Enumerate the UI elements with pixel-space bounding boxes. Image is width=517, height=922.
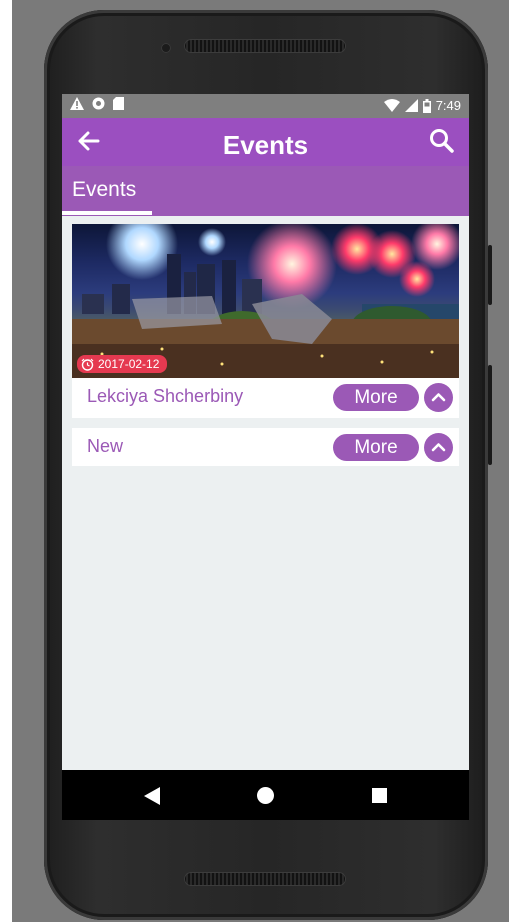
volume-button <box>488 245 492 305</box>
more-button[interactable]: More <box>333 384 419 411</box>
event-date: 2017-02-12 <box>98 357 160 371</box>
phone-screen: 7:49 Events Events 2017-02-12 Lekciya Sh… <box>62 94 469 820</box>
event-image: 2017-02-12 <box>72 224 459 378</box>
chevron-up-icon <box>431 443 446 452</box>
nav-back-icon[interactable] <box>144 787 160 805</box>
event-date-badge: 2017-02-12 <box>77 355 168 373</box>
page-title: Events <box>222 130 309 160</box>
status-right-icons: 7:49 <box>383 98 461 113</box>
expand-button[interactable] <box>424 383 453 412</box>
event-title[interactable]: Lekciya Shcherbiny <box>87 386 243 407</box>
battery-icon <box>422 98 431 113</box>
warning-icon <box>70 97 84 110</box>
expand-button[interactable] <box>424 433 453 462</box>
app-bar: Events <box>62 118 469 166</box>
tab-events[interactable]: Events <box>72 178 136 202</box>
search-icon <box>430 129 454 153</box>
system-nav-bar <box>62 770 469 820</box>
alarm-clock-icon <box>81 358 94 371</box>
signal-icon <box>404 99 418 112</box>
event-card[interactable]: 2017-02-12 Lekciya Shcherbiny More <box>72 224 459 418</box>
nav-home-icon[interactable] <box>257 787 274 804</box>
nav-recents-icon[interactable] <box>372 788 387 803</box>
circle-icon <box>92 97 105 110</box>
background-right-edge <box>509 0 517 922</box>
background-left-edge <box>0 0 12 922</box>
top-speaker <box>184 39 346 53</box>
event-card[interactable]: New More <box>72 428 459 466</box>
more-button[interactable]: More <box>333 434 419 461</box>
event-title[interactable]: New <box>87 436 123 457</box>
bottom-speaker <box>184 872 346 886</box>
power-button <box>488 365 492 465</box>
chevron-up-icon <box>431 393 446 402</box>
status-time: 7:49 <box>435 98 461 113</box>
event-row: New More <box>72 428 459 466</box>
status-left-icons <box>70 97 124 110</box>
tab-indicator <box>62 211 152 215</box>
sd-card-icon <box>113 97 124 110</box>
search-button[interactable] <box>429 128 455 154</box>
status-bar: 7:49 <box>62 94 469 118</box>
front-camera <box>161 43 171 53</box>
wifi-icon <box>383 99 400 112</box>
tab-bar: Events <box>62 166 469 216</box>
event-row: Lekciya Shcherbiny More <box>72 378 459 416</box>
